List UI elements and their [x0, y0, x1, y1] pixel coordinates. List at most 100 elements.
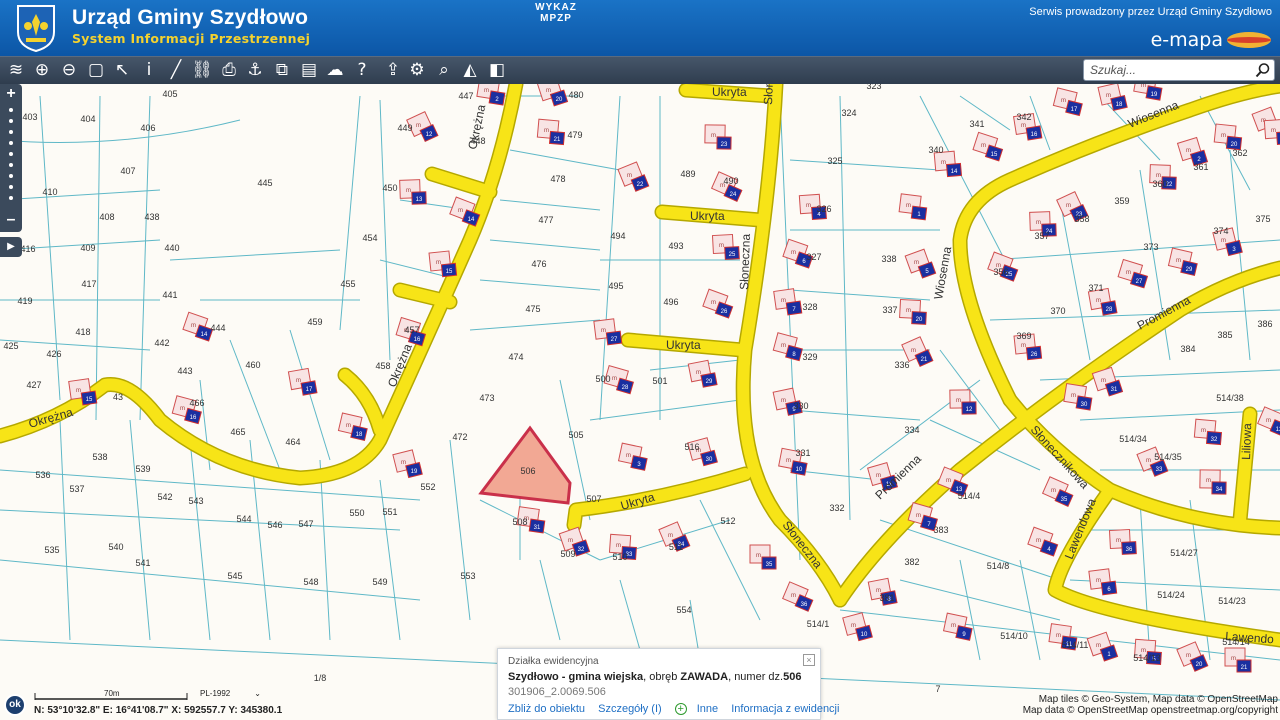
close-icon[interactable]: ×: [803, 654, 815, 666]
map-canvas[interactable]: 12m13m14m15m16m17m18m19m2m20m21m22m23m24…: [0, 84, 1280, 720]
building-letter: m: [1061, 98, 1066, 104]
layers-icon[interactable]: ≋: [4, 58, 28, 82]
layout-icon[interactable]: ▤: [297, 58, 321, 82]
zoom-in-button[interactable]: +: [2, 86, 20, 102]
upload-icon[interactable]: ⇪: [381, 58, 405, 82]
parcel-boundary: [789, 409, 921, 421]
parcel-number: 501: [652, 376, 667, 386]
zoom-level-dot[interactable]: [9, 163, 13, 167]
shapes-icon[interactable]: ◧: [485, 58, 509, 82]
house-number: 15: [991, 152, 998, 158]
parcel-number: 373: [1143, 242, 1158, 252]
parcel-number: 466: [189, 398, 204, 408]
parcel-number: 472: [452, 432, 467, 442]
zoom-level-dot[interactable]: [9, 108, 13, 112]
measure-chain-icon[interactable]: ⛓: [190, 58, 214, 82]
parcel-number: 496: [663, 297, 678, 307]
parcel-number: 539: [135, 464, 150, 474]
parcel-number: 324: [841, 108, 856, 118]
settings-icon[interactable]: ⚙: [405, 58, 429, 82]
building-letter: m: [568, 538, 573, 544]
search-map-icon[interactable]: ⌕: [432, 58, 456, 82]
building-letter: m: [951, 623, 956, 629]
info-icon[interactable]: i: [137, 58, 161, 82]
zoom-to-object-link[interactable]: Zbliż do obiektu: [508, 703, 585, 715]
parcel-number: 359: [1114, 196, 1129, 206]
house-number-badge: 26: [1025, 345, 1043, 361]
parcel-boundary: [509, 149, 621, 171]
zoom-out-icon[interactable]: ⊖: [57, 58, 81, 82]
parcel-number: 374: [1213, 226, 1228, 236]
map-attribution: Map tiles © Geo-System, Map data © OpenS…: [1023, 694, 1278, 716]
road-icon[interactable]: ◭: [458, 58, 482, 82]
zoom-extent-icon[interactable]: ▢: [84, 58, 108, 82]
building: 7m: [773, 288, 803, 316]
parcel-number: 495: [608, 281, 623, 291]
parcel-number: 371: [1088, 283, 1103, 293]
zoom-level-dot[interactable]: [9, 174, 13, 178]
house-number: 23: [721, 142, 728, 148]
parcel-boundary: [489, 239, 601, 251]
zoom-in-icon[interactable]: ⊕: [30, 58, 54, 82]
house-number-badge: 3: [630, 455, 648, 471]
cloud-icon[interactable]: ☁: [323, 58, 347, 82]
search-input[interactable]: [1090, 62, 1250, 78]
building: 18 m: [337, 412, 368, 442]
attribution-line-1[interactable]: Map tiles © Geo-System, Map data © OpenS…: [1023, 694, 1278, 705]
ok-button[interactable]: ok: [4, 694, 26, 716]
building-letter: m: [626, 453, 631, 459]
measure-line-icon[interactable]: ╱: [164, 58, 188, 82]
building-letter: m: [1231, 656, 1236, 662]
parcel-number: 552: [420, 482, 435, 492]
copy-icon[interactable]: ⧉: [270, 58, 294, 82]
building-letter: m: [546, 88, 551, 94]
emapa-logo[interactable]: e-mapa: [1151, 27, 1272, 53]
search-icon[interactable]: [1255, 62, 1271, 78]
plus-circle-icon[interactable]: +: [674, 703, 687, 716]
building-letter: m: [1101, 378, 1106, 384]
zoom-level-dot[interactable]: [9, 152, 13, 156]
house-number-badge: 27: [1129, 271, 1149, 289]
parcel-number: 419: [17, 296, 32, 306]
building: 35 m: [749, 544, 777, 570]
zoom-level-dot[interactable]: [9, 130, 13, 134]
attribution-line-2[interactable]: Map data © OpenStreetMap openstreetmap.o…: [1023, 705, 1278, 716]
wykaz-mpzp-button[interactable]: WYKAZ MPZP: [532, 2, 580, 26]
zoom-level-dot[interactable]: [9, 119, 13, 123]
parcel-number: 535: [44, 545, 59, 555]
parcel-number: 358: [1074, 214, 1089, 224]
zoom-level-dot[interactable]: [9, 185, 13, 189]
crs-select[interactable]: PL-1992 ⌄: [200, 689, 261, 698]
anchor-icon[interactable]: ⚓: [243, 58, 267, 82]
parcel-boundary: [539, 559, 561, 641]
parcel-number: 7: [935, 684, 940, 694]
print-icon[interactable]: ⎙: [217, 58, 241, 82]
parcel-number: 476: [531, 259, 546, 269]
building-letter: m: [346, 423, 351, 429]
select-pointer-icon[interactable]: ↖: [110, 58, 134, 82]
parcel-boundary: [379, 479, 401, 641]
zoom-level-dot[interactable]: [9, 141, 13, 145]
building-letter: m: [296, 378, 301, 384]
building-letter: m: [1071, 393, 1076, 399]
help-icon[interactable]: ?: [350, 58, 374, 82]
municipality-crest-icon: [17, 5, 55, 52]
parcel-number: 337: [882, 305, 897, 315]
other-link[interactable]: Inne: [697, 703, 718, 715]
registry-info-link[interactable]: Informacja z ewidencji: [731, 703, 839, 715]
building: 25 m: [711, 233, 740, 260]
house-number: 30: [1081, 402, 1088, 408]
zoom-level-dot[interactable]: [9, 196, 13, 200]
details-link[interactable]: Szczegóły (I): [598, 703, 662, 715]
building-letter: m: [1021, 123, 1026, 129]
building-letter: m: [956, 398, 961, 404]
zoom-out-button[interactable]: –: [2, 212, 20, 228]
panel-toggle-button[interactable]: ▶: [0, 237, 22, 257]
building-letter: m: [1096, 643, 1101, 649]
house-number: 12: [966, 407, 973, 413]
parcel-number: 464: [285, 437, 300, 447]
map-view[interactable]: 12 m 13 m 14 m 15 m 16 m 17 m 18 m 19 m 2 m 20 m 21 m 22 m 23 m 24…: [0, 84, 1280, 720]
parcel-number: 479: [567, 130, 582, 140]
building-letter: m: [1271, 128, 1276, 134]
house-number-badge: 35: [761, 556, 777, 570]
